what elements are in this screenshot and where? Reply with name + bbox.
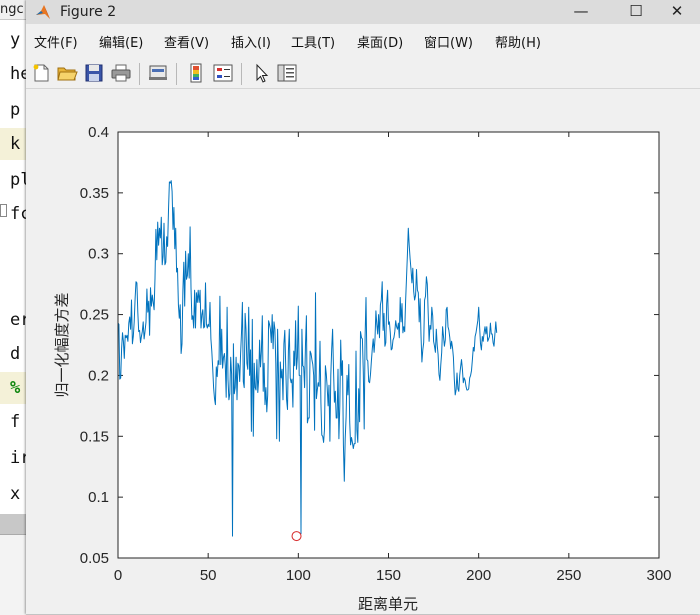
menu-bar: 文件(F) 编辑(E) 查看(V) 插入(I) 工具(T) 桌面(D) 窗口(W… [26,30,700,58]
title-bar[interactable]: Figure 2 — ☐ ✕ [26,0,700,24]
y-tick-label: 0.05 [80,550,109,567]
close-button[interactable]: ✕ [654,0,700,24]
y-tick-label: 0.1 [88,489,109,506]
x-axis-label: 距离单元 [358,595,418,613]
x-tick-label: 150 [376,567,401,584]
new-figure-icon[interactable] [30,62,52,84]
x-tick-label: 0 [114,567,122,584]
window-title: Figure 2 [60,4,117,20]
menu-view[interactable]: 查看(V) [164,34,209,54]
code-line-2: he [10,64,26,84]
code-line-1: y [10,30,21,50]
editor-horizontal-scrollbar[interactable] [0,514,26,534]
figure-canvas[interactable]: 0 50 100 150 200 250 300 0.05 0.1 0.15 0.2 0.25 0.3 0… [26,89,700,614]
code-editor-background: ngc y he p k pl fc er d % f ir x [0,0,26,615]
link-plot-icon[interactable] [147,62,169,84]
code-line-4: k [0,128,26,160]
code-line-9: er [10,310,26,330]
code-line-3: p [10,100,21,120]
x-tick-label: 300 [646,567,671,584]
minimize-button[interactable]: — [558,0,604,24]
y-tick-label: 0.4 [88,124,109,141]
menu-window[interactable]: 窗口(W) [424,34,473,54]
print-icon[interactable] [110,62,132,84]
code-line-10: d [10,344,21,364]
y-tick-label: 0.35 [80,185,109,202]
menu-tools[interactable]: 工具(T) [291,34,335,54]
toolbar [26,58,700,89]
editor-tab[interactable]: ngc [0,0,26,20]
code-line-14: x [10,484,21,504]
x-tick-label: 50 [200,567,217,584]
code-line-5: pl [10,170,26,190]
axes-background[interactable] [118,132,659,558]
pointer-icon[interactable] [250,62,272,84]
toolbar-separator [176,63,177,85]
menu-desktop[interactable]: 桌面(D) [357,34,403,54]
code-line-13: ir [10,448,26,468]
y-tick-label: 0.2 [88,367,109,384]
line-chart[interactable]: 0 50 100 150 200 250 300 0.05 0.1 0.15 0.2 0.25 0.3 0… [26,89,700,614]
figure-window: Figure 2 — ☐ ✕ 文件(F) 编辑(E) 查看(V) 插入(I) 工… [26,0,700,614]
colorbar-icon[interactable] [185,62,207,84]
code-line-12: f [10,412,21,432]
open-file-icon[interactable] [56,62,78,84]
y-tick-label: 0.3 [88,246,109,263]
matlab-logo-icon [36,5,50,19]
code-line-6: fc [10,204,26,224]
editor-lower-panel [0,534,26,615]
code-line-11: % [0,372,26,404]
y-tick-label: 0.15 [80,428,109,445]
maximize-button[interactable]: ☐ [613,0,659,24]
legend-icon[interactable] [212,62,234,84]
menu-edit[interactable]: 编辑(E) [99,34,143,54]
x-tick-label: 200 [466,567,491,584]
save-icon[interactable] [83,62,105,84]
toolbar-separator [241,63,242,85]
property-inspector-icon[interactable] [276,62,298,84]
y-axis-label: 归一化幅度方差 [53,292,71,397]
menu-insert[interactable]: 插入(I) [231,34,271,54]
menu-help[interactable]: 帮助(H) [495,34,541,54]
toolbar-separator [139,63,140,85]
x-tick-label: 100 [286,567,311,584]
x-tick-label: 250 [556,567,581,584]
y-tick-label: 0.25 [80,307,109,324]
menu-file[interactable]: 文件(F) [34,34,78,54]
